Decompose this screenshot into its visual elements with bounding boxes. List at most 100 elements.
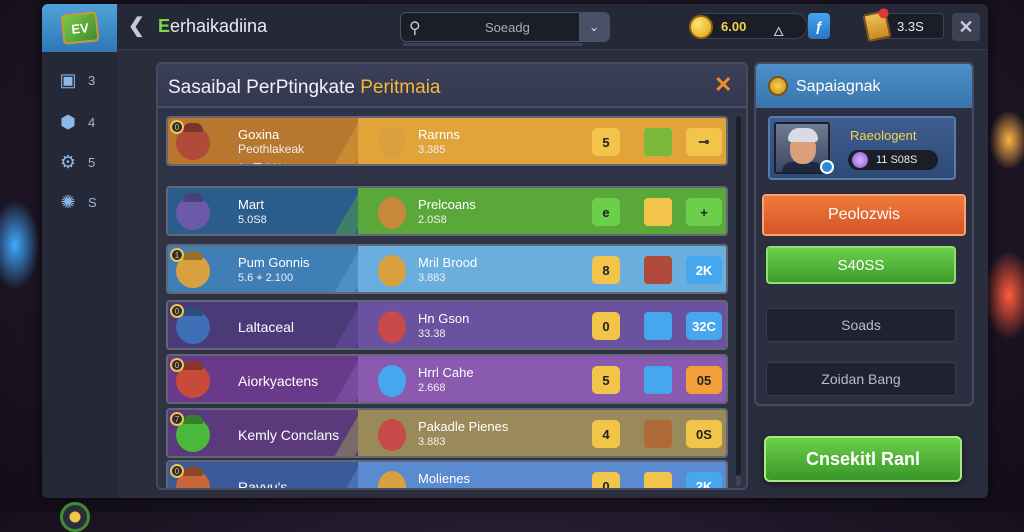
opponent-score: 3.883 (418, 436, 446, 448)
scrollbar-thumb[interactable] (736, 116, 741, 476)
orange-action-button[interactable]: Peolozwis (762, 194, 966, 236)
settings-icon: ✺ (60, 191, 76, 212)
leaderboard-title: Sasaibal PerPtingkate Peritmaia (168, 77, 440, 99)
row-reward-button[interactable]: 0S (686, 420, 722, 448)
compass-icon[interactable] (60, 502, 90, 532)
row-action-button[interactable]: 4 (592, 420, 620, 448)
profile-card[interactable]: Raeologent 11 S08S (768, 116, 956, 180)
green-action-button[interactable]: S40SS (766, 246, 956, 284)
row-opponent-section: Molienes 0 2K (358, 462, 726, 488)
sidebar-item-gear[interactable]: ⚙ 5 (58, 150, 108, 174)
add-currency-button[interactable]: ƒ (808, 13, 830, 39)
player-name: Kemly Conclans (238, 427, 340, 443)
window-icon: ▣ (59, 69, 77, 90)
back-button[interactable]: ❮ (128, 16, 145, 36)
top-bar: EV ❮ Eerhaikadiina ⚲ Soeadg ⌄ 6.00 🜂 ƒ 3… (42, 4, 988, 52)
opponent-avatar (378, 127, 406, 159)
background-glow-right-top (989, 110, 1024, 170)
background-glow-right (984, 250, 1024, 340)
row-opponent-section: Rarnns 3.385 5 ⊸ (358, 118, 726, 164)
sidebar: ▣ 3 ⬢ 4 ⚙ 5 ✺ S (42, 52, 117, 532)
row-action-button[interactable]: 8 (592, 256, 620, 284)
chest-icon (644, 198, 672, 226)
row-opponent-section: Hrrl Cahe 2.668 5 05 (358, 356, 726, 402)
chest-icon (644, 472, 672, 488)
sidebar-item-cube[interactable]: ⬢ 4 (58, 110, 108, 134)
leaderboard-row[interactable]: Mril Brood 3.883 8 2K 1 Pum Gonnis 5.6 ⌖… (166, 244, 728, 294)
row-action-button[interactable]: e (592, 198, 620, 226)
rank-badge: 7 (170, 412, 184, 426)
dark-button-2[interactable]: Zoidan Bang (766, 362, 956, 396)
leaderboard-row[interactable]: Hrrl Cahe 2.668 5 05 0 Aiorkyactens (166, 354, 728, 404)
row-reward-button[interactable]: 32C (686, 312, 722, 340)
rank-badge: 0 (170, 304, 184, 318)
chest-icon (644, 420, 672, 448)
profile-stat-value: 11 S08S (876, 154, 918, 166)
row-action-button[interactable]: 0 (592, 472, 620, 488)
chevron-down-icon[interactable]: ⌄ (579, 13, 609, 41)
opponent-name: Mril Brood (418, 255, 478, 270)
opponent-name: Molienes (418, 471, 471, 486)
logo[interactable]: EV (42, 4, 117, 52)
profile-name: Raeologent (850, 128, 917, 143)
row-action-button[interactable]: 5 (592, 128, 620, 156)
gear-icon: ⚙ (59, 151, 77, 172)
opponent-avatar (378, 197, 406, 229)
leaderboard-row[interactable]: Molienes 0 2K 0 Ravyu's (166, 460, 728, 490)
opponent-avatar (378, 311, 406, 343)
chest-icon (644, 128, 672, 156)
dark-button-1[interactable]: Soads (766, 308, 956, 342)
row-reward-button[interactable]: ⊸ (686, 128, 722, 156)
leaderboard-header: Sasaibal PerPtingkate Peritmaia ✕ (158, 64, 746, 108)
opponent-avatar (378, 365, 406, 397)
row-reward-button[interactable]: + (686, 198, 722, 226)
opponent-score: 3.385 (418, 144, 446, 156)
player-subname: Peothlakeak (238, 142, 305, 156)
cube-icon: ⬢ (60, 111, 76, 132)
rank-badge: 1 (170, 248, 184, 262)
close-button[interactable]: ✕ (952, 13, 980, 41)
search-placeholder: Soeadg (485, 20, 530, 35)
opponent-name: Hrrl Cahe (418, 365, 474, 380)
coin-value: 6.00 (721, 19, 747, 34)
row-reward-button[interactable]: 2K (686, 256, 722, 284)
row-action-button[interactable]: 0 (592, 312, 620, 340)
leaderboard-title-accent: Peritmaia (360, 77, 441, 98)
row-reward-button[interactable]: 05 (686, 366, 722, 394)
opponent-name: Prelcoans (418, 197, 476, 212)
leaderboard-row[interactable]: Rarnns 3.385 5 ⊸ 0 Goxina Peothlakeak 0x… (166, 116, 728, 166)
leaderboard-row[interactable]: Prelcoans 2.0S8 e + Mart 5.0S8 (166, 186, 728, 236)
opponent-avatar (378, 255, 406, 287)
player-score: 0x 🜃 22%ens (238, 156, 305, 164)
sidebar-item-settings[interactable]: ✺ S (58, 190, 108, 214)
player-name: Ravyu's (238, 479, 288, 490)
sidebar-item-count: 4 (88, 114, 96, 130)
opponent-score: 2.0S8 (418, 214, 447, 226)
opponent-score: 33.38 (418, 328, 446, 340)
opponent-avatar (378, 419, 406, 451)
close-icon[interactable]: ✕ (714, 72, 732, 98)
logo-icon: EV (60, 11, 99, 45)
row-action-button[interactable]: 5 (592, 366, 620, 394)
avatar (176, 196, 210, 230)
leaderboard-title-main: Sasaibal PerPtingkate (168, 77, 355, 98)
scrollbar[interactable] (736, 116, 741, 486)
gem-value: 3.3S (897, 19, 924, 34)
player-name: Laltaceal (238, 319, 295, 335)
opponent-name: Pakadle Pienes (418, 419, 509, 434)
player-name: Goxina (238, 127, 280, 142)
confirm-button[interactable]: Cnsekitl Ranl (764, 436, 962, 482)
page-title: Eerhaikadiina (158, 16, 267, 37)
page-title-prefix: E (158, 16, 171, 36)
opponent-score: 3.883 (418, 272, 446, 284)
side-panel-header: Sapaiagnak (756, 64, 972, 108)
row-reward-button[interactable]: 2K (686, 472, 722, 488)
row-opponent-section: Mril Brood 3.883 8 2K (358, 246, 726, 292)
search-input[interactable]: ⚲ Soeadg ⌄ (400, 12, 610, 46)
chest-icon (644, 256, 672, 284)
sidebar-item-window[interactable]: ▣ 3 (58, 68, 108, 92)
search-underline (403, 43, 583, 46)
leaderboard-row[interactable]: Hn Gson 33.38 0 32C 0 Laltaceal (166, 300, 728, 350)
player-name: Pum Gonnis (238, 255, 310, 270)
leaderboard-row[interactable]: Pakadle Pienes 3.883 4 0S 7 Kemly Concla… (166, 408, 728, 458)
